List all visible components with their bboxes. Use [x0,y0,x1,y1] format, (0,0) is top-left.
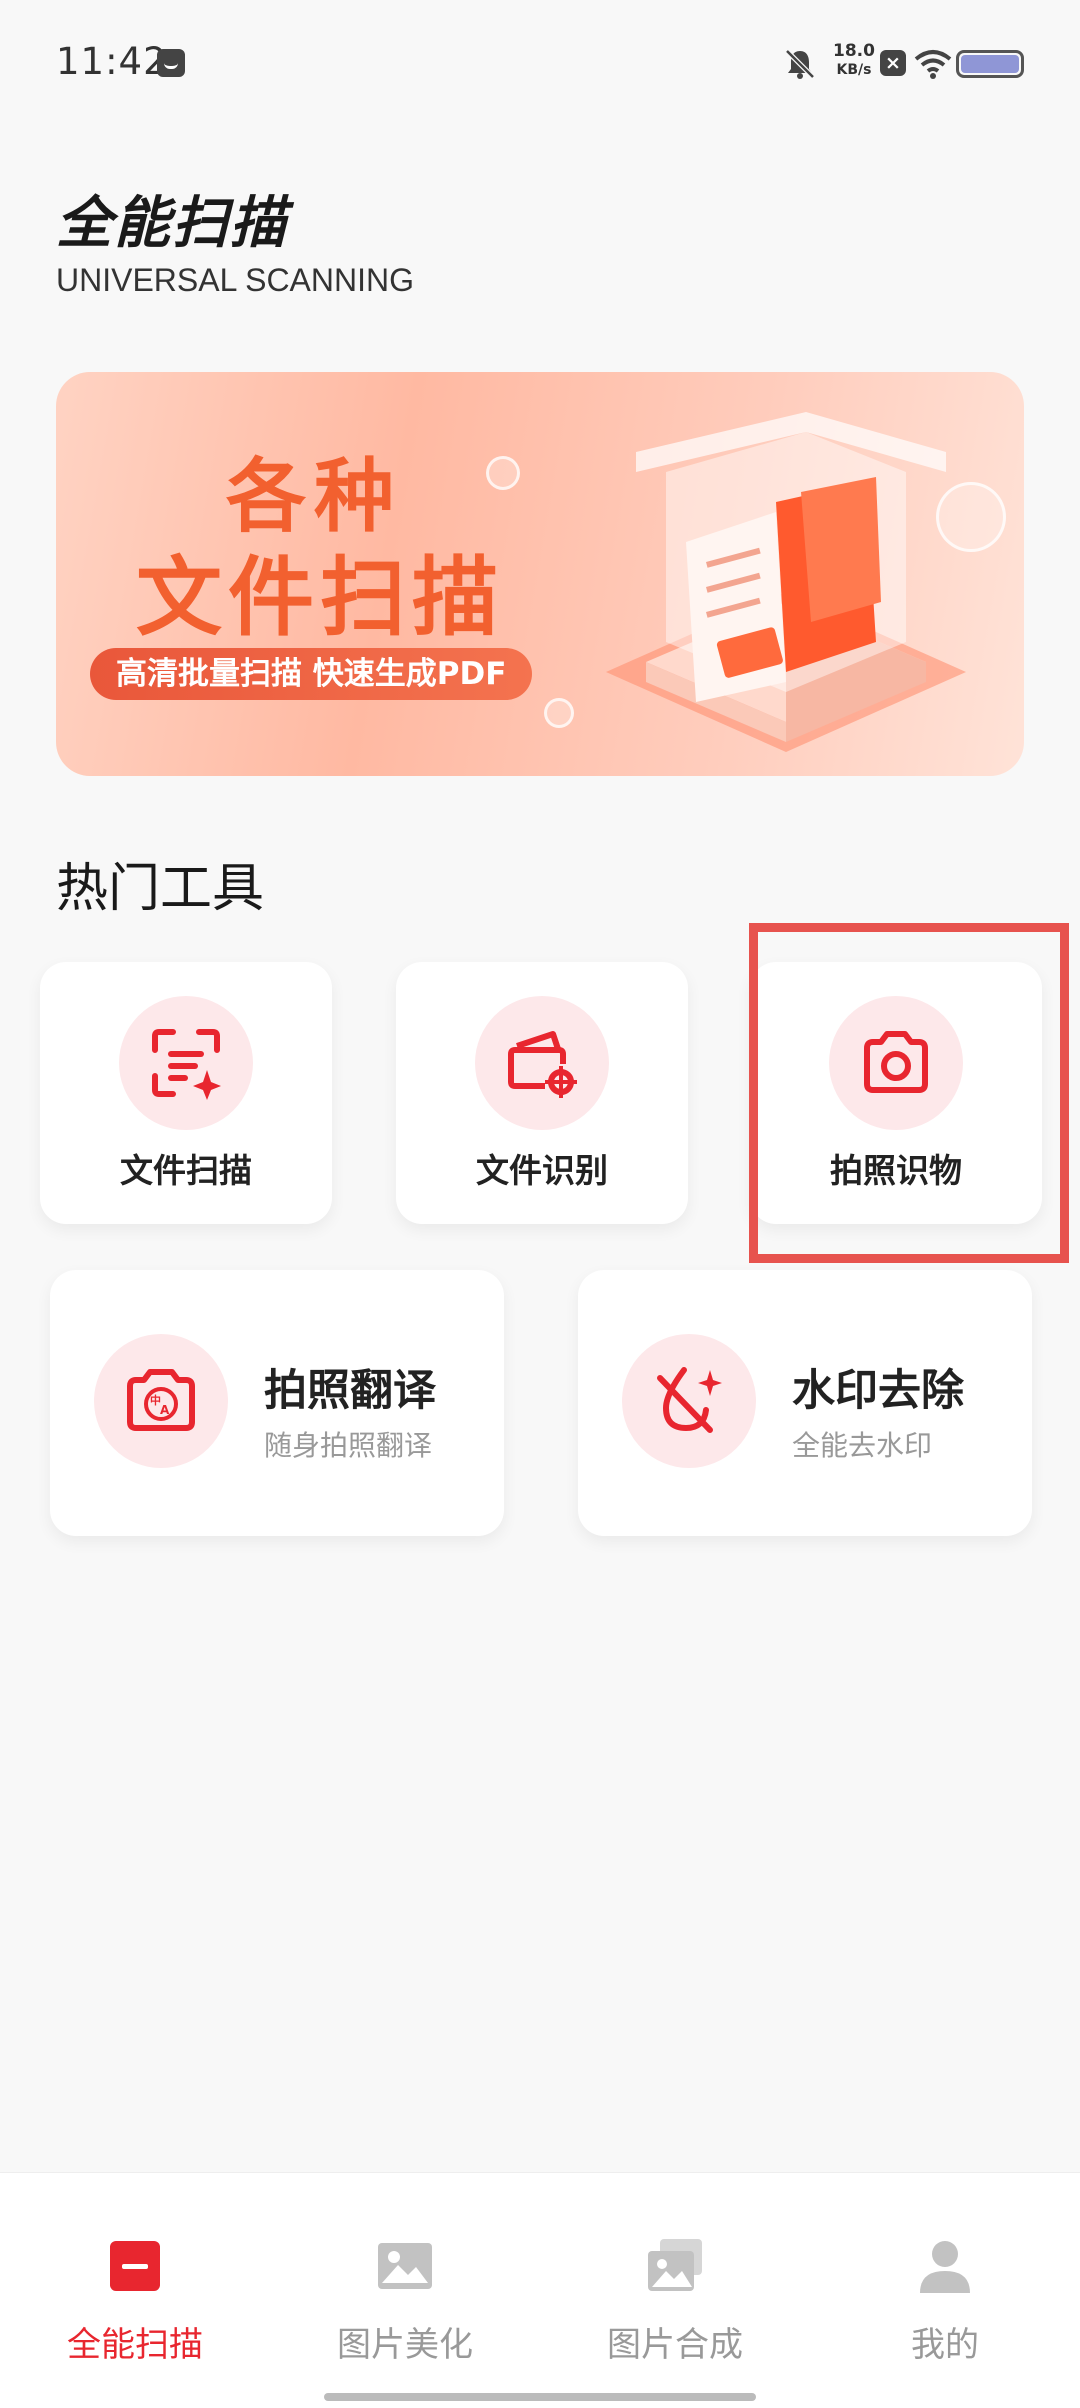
tool-card-file-scan[interactable]: 文件扫描 [40,962,332,1224]
watermark-remove-icon [657,1367,722,1433]
tool-card-photo-translate[interactable]: 中 A 拍照翻译 随身拍照翻译 [50,1270,504,1536]
net-speed-unit: KB/s [836,62,872,78]
image-stack-icon [648,2239,702,2291]
highlight-box [749,923,1069,1263]
banner-tagline: 高清批量扫描 快速生成PDF [90,648,533,700]
battery-icon [956,50,1024,78]
promo-banner[interactable]: 各种 文件扫描 高清批量扫描 快速生成PDF [56,372,1024,776]
tool-label: 文件识别 [476,1151,608,1190]
user-icon [920,2241,970,2293]
nav-label: 全能扫描 [67,2325,203,2365]
tool-label: 拍照翻译 [264,1366,436,1416]
nav-item-scan[interactable]: 全能扫描 [0,2173,270,2373]
tool-card-file-recognize[interactable]: 文件识别 [396,962,688,1224]
status-bar: 11:42 18.0 KB/s × [0,0,1080,130]
app-subtitle: UNIVERSAL SCANNING [56,262,414,298]
svg-text:A: A [160,1403,170,1417]
icon-badge [475,996,609,1130]
icon-badge [119,996,253,1130]
battery-fill [961,55,1019,73]
status-time: 11:42 [56,40,168,83]
wifi-icon [914,50,952,79]
banner-bubble [486,456,520,490]
nav-item-image-beautify[interactable]: 图片美化 [270,2173,540,2373]
camera-translate-icon: 中 A [127,1369,195,1431]
document-recognize-icon [508,1031,577,1098]
nav-label: 图片合成 [607,2325,743,2365]
tool-label: 文件扫描 [120,1151,252,1190]
status-icons: 18.0 KB/s × [778,40,1028,90]
tool-description: 全能去水印 [792,1429,933,1462]
image-icon [378,2243,432,2289]
notification-icon [157,49,185,77]
document-scan-icon [152,1029,221,1100]
scanner-illustration-icon [606,412,966,752]
tool-card-watermark-remove[interactable]: 水印去除 全能去水印 [578,1270,1032,1536]
nav-item-image-compose[interactable]: 图片合成 [540,2173,810,2373]
tool-description: 随身拍照翻译 [264,1429,433,1462]
app-title: 全能扫描 [56,191,288,256]
tool-label: 水印去除 [792,1366,964,1416]
net-speed: 18.0 KB/s [824,42,884,80]
bell-off-icon [785,49,815,79]
nav-label: 我的 [911,2325,979,2365]
icon-badge [622,1334,756,1468]
nav-label: 图片美化 [337,2325,473,2365]
home-indicator [324,2393,756,2401]
scan-icon [110,2241,160,2291]
icon-badge: 中 A [94,1334,228,1468]
banner-headline-2: 文件扫描 [136,548,504,648]
nav-item-me[interactable]: 我的 [810,2173,1080,2373]
section-title: 热门工具 [56,859,265,919]
close-box-icon: × [880,50,906,76]
bottom-nav: 全能扫描 图片美化 图片合成 我的 [0,2172,1080,2408]
banner-bubble [544,698,574,728]
net-speed-value: 18.0 [833,41,875,61]
